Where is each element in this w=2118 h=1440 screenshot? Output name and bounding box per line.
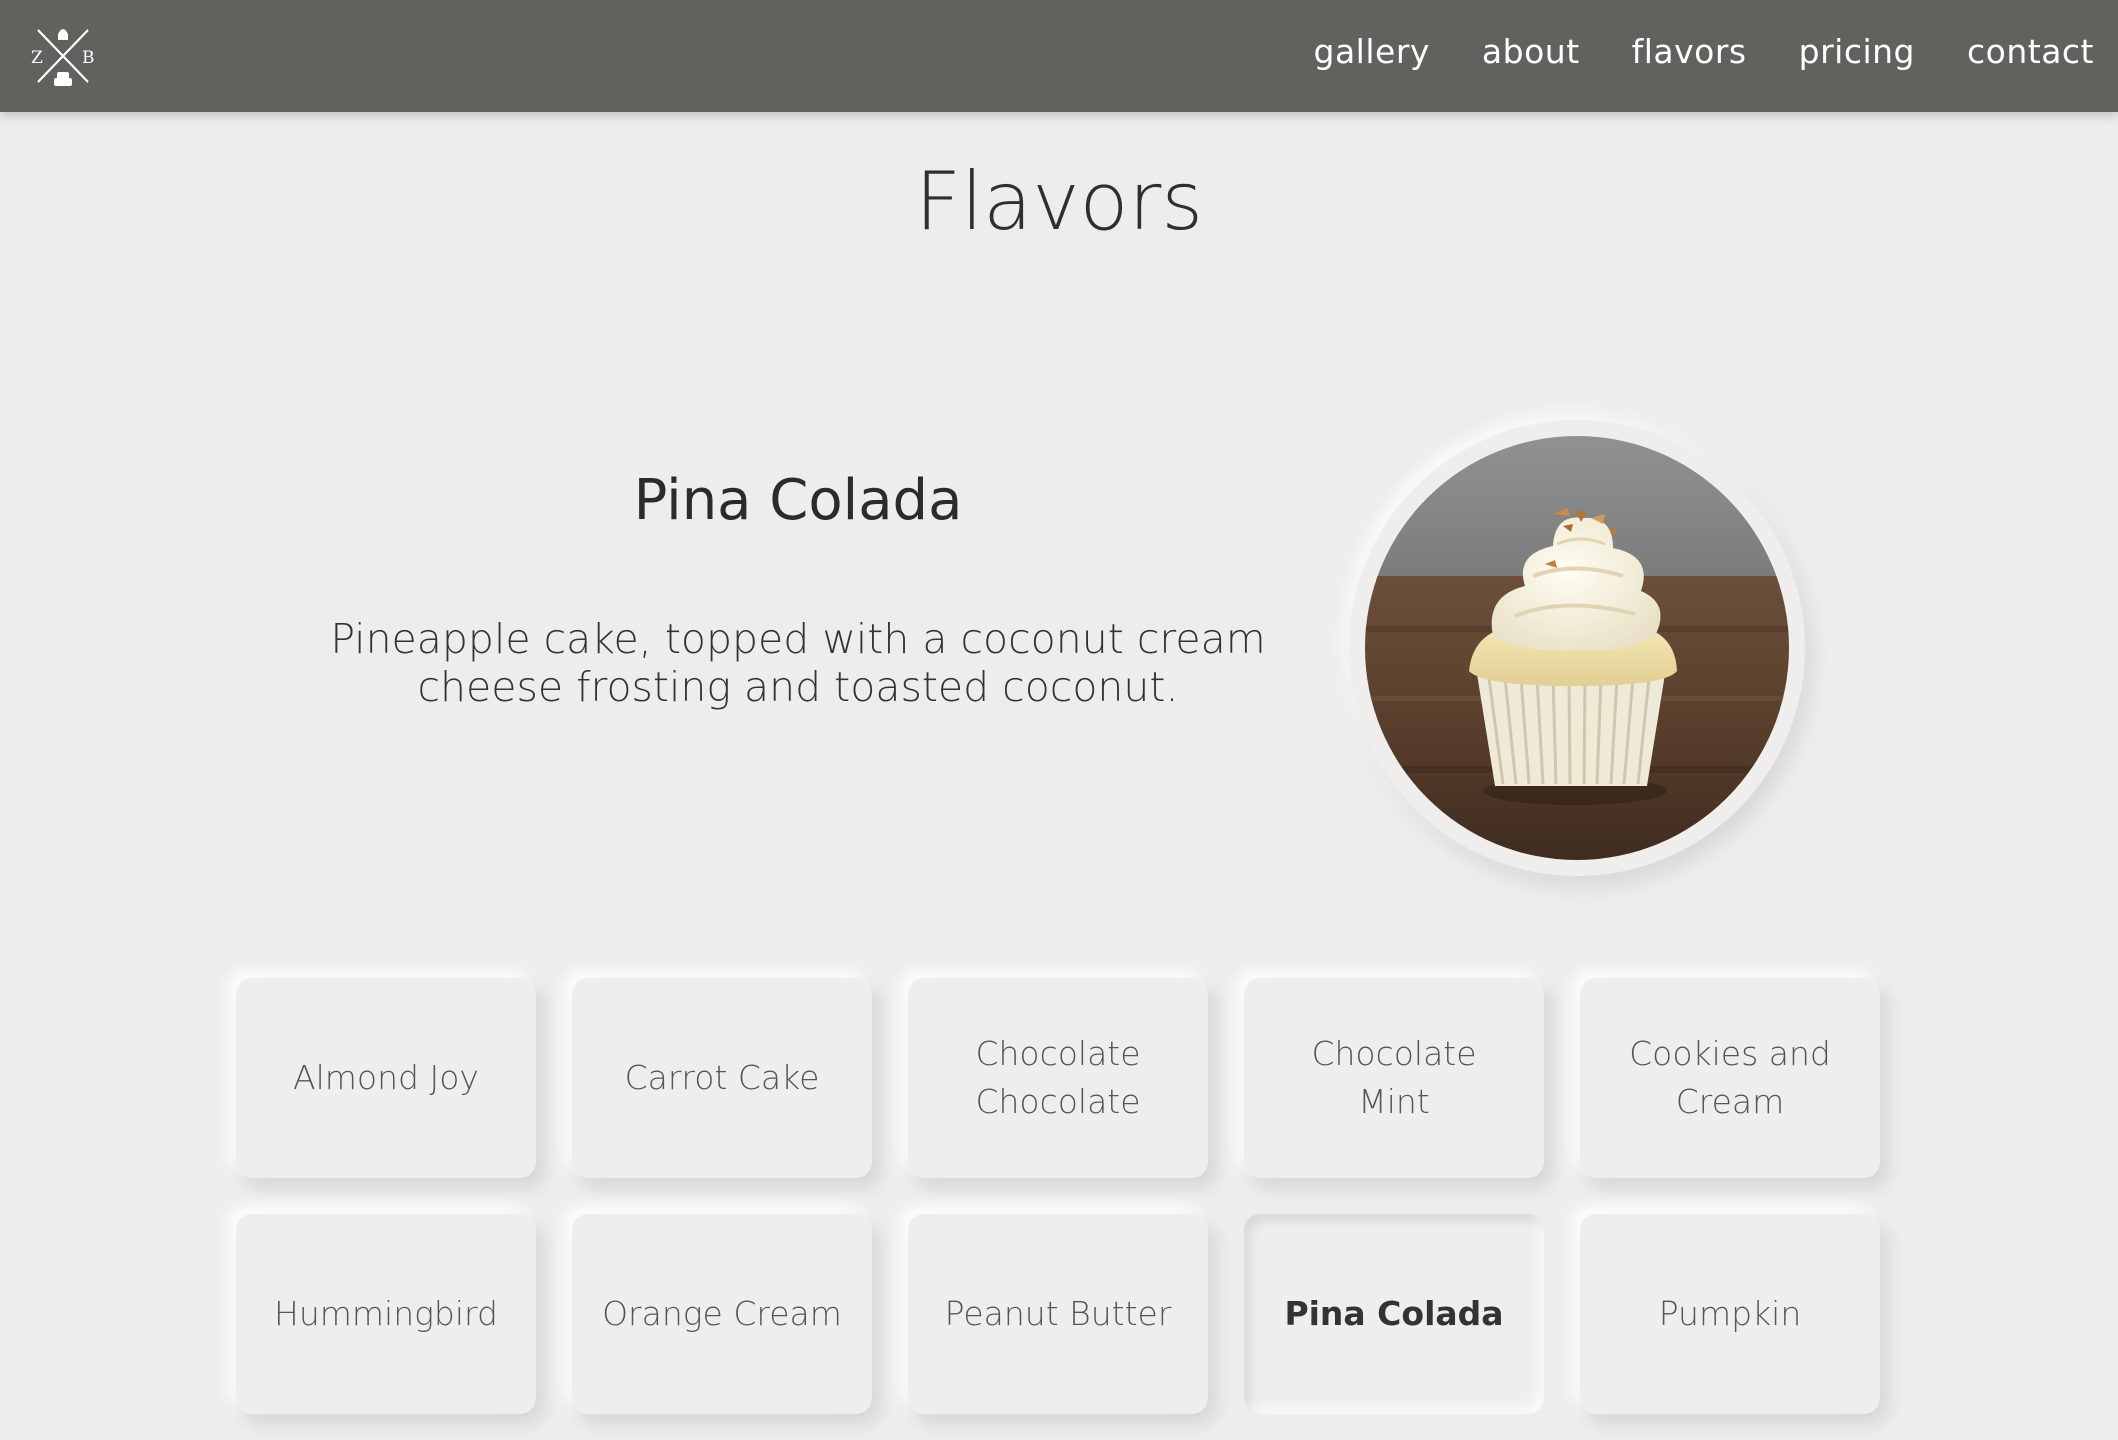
logo-letter-left: Z <box>31 48 43 68</box>
featured-flavor-name: Pina Colada <box>633 468 963 533</box>
flavor-tile-label: Chocolate Mint <box>1311 1034 1477 1121</box>
flavor-tile-hummingbird[interactable]: Hummingbird <box>236 1214 536 1414</box>
flavor-tile-peanut-butter[interactable]: Peanut Butter <box>908 1214 1208 1414</box>
featured-flavor-description: Pineapple cake, topped with a coconut cr… <box>330 615 1266 711</box>
flavor-tile-chocolate-mint[interactable]: Chocolate Mint <box>1244 978 1544 1178</box>
flavor-tile-almond-joy[interactable]: Almond Joy <box>236 978 536 1178</box>
main-nav: gallery about flavors pricing contact <box>1314 0 2094 102</box>
flavor-tile-pina-colada[interactable]: Pina Colada <box>1244 1214 1544 1414</box>
flavor-tile-cookies-and-cream[interactable]: Cookies and Cream <box>1580 978 1880 1178</box>
flavor-tile-label: Peanut Butter <box>944 1294 1172 1333</box>
nav-gallery[interactable]: gallery <box>1314 32 1430 71</box>
logo-letter-right: B <box>82 48 95 68</box>
flavor-tile-label: Orange Cream <box>602 1294 842 1333</box>
flavor-tile-label: Chocolate Chocolate <box>975 1034 1141 1121</box>
nav-pricing[interactable]: pricing <box>1799 32 1915 71</box>
flavor-tile-label: Almond Joy <box>293 1058 479 1097</box>
flavor-photo-frame <box>1349 420 1805 876</box>
flavor-grid: Almond Joy Carrot Cake Chocolate Chocola… <box>236 978 1882 1414</box>
flavor-tile-chocolate-chocolate[interactable]: Chocolate Chocolate <box>908 978 1208 1178</box>
nav-flavors[interactable]: flavors <box>1632 32 1747 71</box>
flavor-tile-label: Hummingbird <box>274 1294 498 1333</box>
logo-icon[interactable]: Z B <box>26 20 100 90</box>
page-title: Flavors <box>914 155 1204 248</box>
flavor-tile-label: Pumpkin <box>1658 1294 1802 1333</box>
flavor-tile-label: Cookies and Cream <box>1629 1034 1831 1121</box>
flavor-tile-label: Pina Colada <box>1284 1294 1504 1333</box>
flavor-tile-orange-cream[interactable]: Orange Cream <box>572 1214 872 1414</box>
top-navbar: Z B gallery about flavors pricing contac… <box>0 0 2118 112</box>
nav-about[interactable]: about <box>1482 32 1580 71</box>
flavor-tile-label: Carrot Cake <box>624 1058 820 1097</box>
nav-contact[interactable]: contact <box>1967 32 2094 71</box>
flavor-tile-carrot-cake[interactable]: Carrot Cake <box>572 978 872 1178</box>
cupcake-photo <box>1365 436 1789 860</box>
flavor-tile-pumpkin[interactable]: Pumpkin <box>1580 1214 1880 1414</box>
